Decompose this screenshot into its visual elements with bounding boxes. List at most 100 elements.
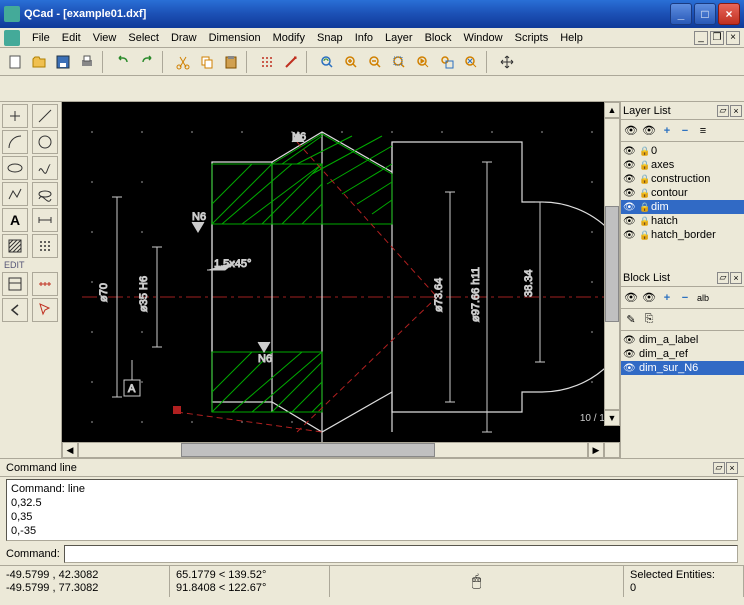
block-remove-icon[interactable]: −: [677, 290, 693, 306]
block-add-icon[interactable]: +: [659, 290, 675, 306]
maximize-button[interactable]: □: [694, 3, 716, 25]
open-icon[interactable]: [28, 51, 50, 73]
tool-measure-icon[interactable]: [32, 272, 58, 296]
eye-icon[interactable]: 👁: [623, 230, 637, 241]
move-icon[interactable]: [496, 51, 518, 73]
layer-item[interactable]: 👁🔒construction: [621, 172, 744, 186]
copy-icon[interactable]: [196, 51, 218, 73]
eye-icon[interactable]: 👁: [623, 363, 637, 374]
lock-icon[interactable]: 🔒: [639, 230, 649, 241]
block-hideall-icon[interactable]: 👁: [641, 290, 657, 306]
tool-arc-icon[interactable]: [2, 130, 28, 154]
tool-circle-icon[interactable]: [32, 130, 58, 154]
block-list[interactable]: 👁dim_a_label👁dim_a_ref👁dim_sur_N6: [621, 331, 744, 458]
minimize-button[interactable]: _: [670, 3, 692, 25]
layer-undock-icon[interactable]: ▱: [717, 105, 729, 117]
cmd-undock-icon[interactable]: ▱: [713, 462, 725, 474]
menu-modify[interactable]: Modify: [267, 30, 311, 46]
tool-dimension-icon[interactable]: [32, 208, 58, 232]
lock-icon[interactable]: 🔒: [639, 202, 649, 213]
block-showall-icon[interactable]: 👁: [623, 290, 639, 306]
command-input[interactable]: [64, 545, 738, 563]
menu-draw[interactable]: Draw: [165, 30, 203, 46]
zoom-pan-icon[interactable]: [460, 51, 482, 73]
eye-icon[interactable]: 👁: [623, 160, 637, 171]
layer-list[interactable]: 👁🔒0👁🔒axes👁🔒construction👁🔒contour👁🔒dim👁🔒h…: [621, 142, 744, 269]
menu-select[interactable]: Select: [122, 30, 165, 46]
drawing-area[interactable]: ø70 ø35 H6 ø73.64 ø97.66 h11 38.34 1.5: [62, 102, 620, 458]
block-item[interactable]: 👁dim_a_ref: [621, 347, 744, 361]
layer-item[interactable]: 👁🔒contour: [621, 186, 744, 200]
redo-icon[interactable]: [136, 51, 158, 73]
layer-hideall-icon[interactable]: 👁: [641, 123, 657, 139]
tool-text-icon[interactable]: A: [2, 208, 28, 232]
save-icon[interactable]: [52, 51, 74, 73]
zoom-prev-icon[interactable]: [412, 51, 434, 73]
menu-help[interactable]: Help: [554, 30, 589, 46]
eye-icon[interactable]: 👁: [623, 146, 637, 157]
mdi-sys-icon[interactable]: [4, 30, 20, 46]
eye-icon[interactable]: 👁: [623, 202, 637, 213]
layer-showall-icon[interactable]: 👁: [623, 123, 639, 139]
menu-dimension[interactable]: Dimension: [203, 30, 267, 46]
new-icon[interactable]: [4, 51, 26, 73]
menu-layer[interactable]: Layer: [379, 30, 419, 46]
menu-snap[interactable]: Snap: [311, 30, 349, 46]
menu-edit[interactable]: Edit: [56, 30, 87, 46]
zoom-auto-icon[interactable]: [388, 51, 410, 73]
vertical-scrollbar[interactable]: ▲ ▼: [604, 102, 620, 426]
cut-icon[interactable]: [172, 51, 194, 73]
tool-rect-icon[interactable]: [32, 182, 58, 206]
block-attr-icon[interactable]: alb: [695, 290, 711, 306]
horizontal-scrollbar[interactable]: ◀ ▶: [62, 442, 620, 458]
tool-point-icon[interactable]: [2, 104, 28, 128]
lock-icon[interactable]: 🔒: [639, 160, 649, 171]
eye-icon[interactable]: 👁: [623, 335, 637, 346]
mdi-minimize-button[interactable]: _: [694, 31, 708, 45]
layer-edit-icon[interactable]: ≡: [695, 123, 711, 139]
close-button[interactable]: ×: [718, 3, 740, 25]
tool-edit-icon[interactable]: [2, 272, 28, 296]
tool-ellipse-icon[interactable]: [2, 156, 28, 180]
layer-item[interactable]: 👁🔒0: [621, 144, 744, 158]
draft-icon[interactable]: [280, 51, 302, 73]
tool-line-icon[interactable]: [32, 104, 58, 128]
print-icon[interactable]: [76, 51, 98, 73]
block-undock-icon[interactable]: ▱: [717, 272, 729, 284]
layer-close-icon[interactable]: ×: [730, 105, 742, 117]
tool-back-icon[interactable]: [2, 298, 28, 322]
zoom-in-icon[interactable]: [340, 51, 362, 73]
eye-icon[interactable]: 👁: [623, 174, 637, 185]
layer-add-icon[interactable]: +: [659, 123, 675, 139]
mdi-restore-button[interactable]: ❐: [710, 31, 724, 45]
menu-block[interactable]: Block: [419, 30, 458, 46]
menu-file[interactable]: File: [26, 30, 56, 46]
eye-icon[interactable]: 👁: [623, 349, 637, 360]
mdi-close-button[interactable]: ×: [726, 31, 740, 45]
lock-icon[interactable]: 🔒: [639, 174, 649, 185]
menu-info[interactable]: Info: [349, 30, 379, 46]
lock-icon[interactable]: 🔒: [639, 188, 649, 199]
eye-icon[interactable]: 👁: [623, 216, 637, 227]
tool-hatch-icon[interactable]: [2, 234, 28, 258]
undo-icon[interactable]: [112, 51, 134, 73]
layer-item[interactable]: 👁🔒axes: [621, 158, 744, 172]
block-insert-icon[interactable]: ⎘: [641, 312, 657, 328]
layer-item[interactable]: 👁🔒hatch_border: [621, 228, 744, 242]
layer-remove-icon[interactable]: −: [677, 123, 693, 139]
tool-polyline-icon[interactable]: [2, 182, 28, 206]
block-item[interactable]: 👁dim_a_label: [621, 333, 744, 347]
grid-icon[interactable]: [256, 51, 278, 73]
block-item[interactable]: 👁dim_sur_N6: [621, 361, 744, 375]
menu-window[interactable]: Window: [457, 30, 508, 46]
zoom-out-icon[interactable]: [364, 51, 386, 73]
zoom-redraw-icon[interactable]: [316, 51, 338, 73]
layer-item[interactable]: 👁🔒hatch: [621, 214, 744, 228]
menu-scripts[interactable]: Scripts: [509, 30, 555, 46]
paste-icon[interactable]: [220, 51, 242, 73]
tool-spline-icon[interactable]: [32, 156, 58, 180]
lock-icon[interactable]: 🔒: [639, 216, 649, 227]
menu-view[interactable]: View: [87, 30, 123, 46]
tool-image-icon[interactable]: [32, 234, 58, 258]
layer-item[interactable]: 👁🔒dim: [621, 200, 744, 214]
